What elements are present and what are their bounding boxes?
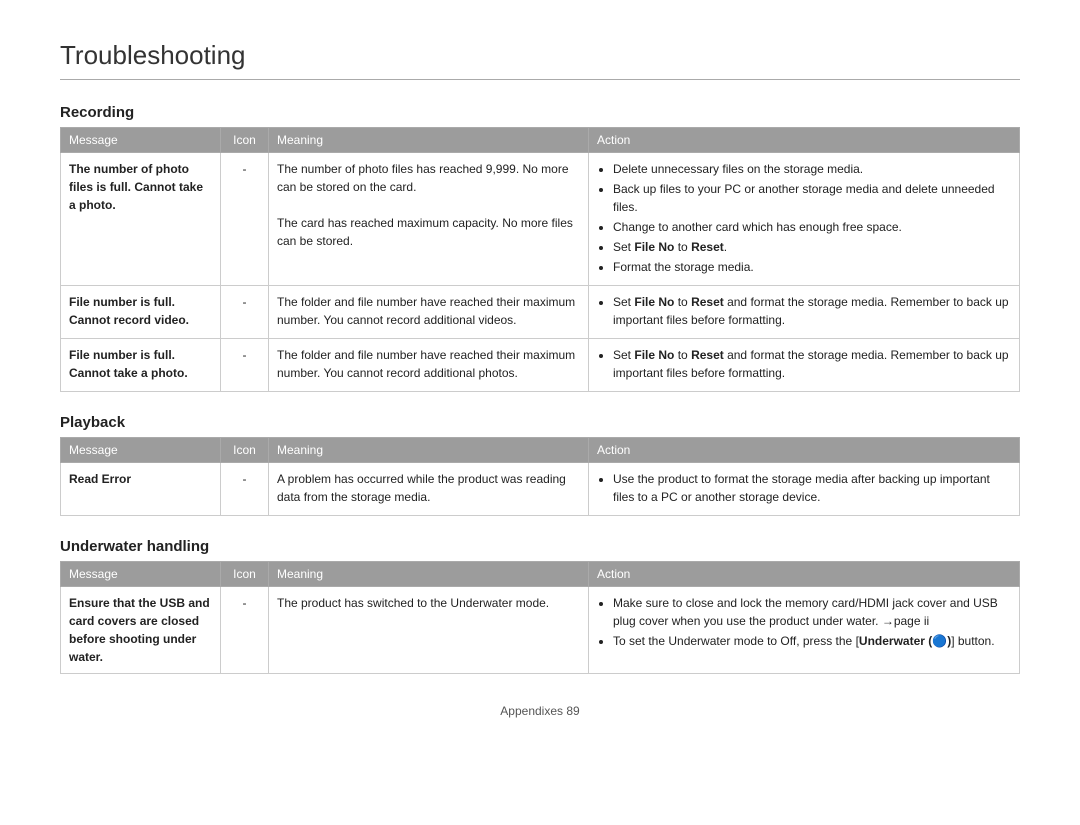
page-title: Troubleshooting — [60, 40, 1020, 80]
cell-meaning: The number of photo files has reached 9,… — [269, 153, 589, 286]
list-item: Use the product to format the storage me… — [613, 470, 1011, 506]
section-title-underwater: Underwater handling — [60, 538, 1020, 555]
col-header-message: Message — [61, 128, 221, 153]
cell-meaning: The folder and file number have reached … — [269, 286, 589, 339]
table-underwater: MessageIconMeaningAction Ensure that the … — [60, 561, 1020, 674]
col-header-meaning: Meaning — [269, 128, 589, 153]
list-item: Change to another card which has enough … — [613, 218, 1011, 236]
table-row: Ensure that the USB and card covers are … — [61, 587, 1020, 674]
col-header-action: Action — [589, 438, 1020, 463]
cell-icon: - — [221, 587, 269, 674]
list-item: Set File No to Reset and format the stor… — [613, 346, 1011, 382]
table-row: Read Error-A problem has occurred while … — [61, 463, 1020, 516]
list-item: Set File No to Reset and format the stor… — [613, 293, 1011, 329]
list-item: Format the storage media. — [613, 258, 1011, 276]
col-header-action: Action — [589, 562, 1020, 587]
col-header-meaning: Meaning — [269, 562, 589, 587]
section-title-playback: Playback — [60, 414, 1020, 431]
section-underwater: Underwater handling MessageIconMeaningAct… — [60, 538, 1020, 674]
table-row: File number is full. Cannot record video… — [61, 286, 1020, 339]
cell-message: The number of photo files is full. Canno… — [61, 153, 221, 286]
cell-action: Use the product to format the storage me… — [589, 463, 1020, 516]
col-header-icon: Icon — [221, 438, 269, 463]
list-item: Set File No to Reset. — [613, 238, 1011, 256]
table-playback: MessageIconMeaningActionRead Error-A pro… — [60, 437, 1020, 516]
list-item: Delete unnecessary files on the storage … — [613, 160, 1011, 178]
cell-action: Set File No to Reset and format the stor… — [589, 286, 1020, 339]
section-recording: RecordingMessageIconMeaningActionThe num… — [60, 104, 1020, 392]
list-item: To set the Underwater mode to Off, press… — [613, 632, 1011, 650]
cell-meaning: The product has switched to the Underwat… — [269, 587, 589, 674]
cell-message: File number is full. Cannot record video… — [61, 286, 221, 339]
cell-action: Delete unnecessary files on the storage … — [589, 153, 1020, 286]
cell-icon: - — [221, 463, 269, 516]
section-playback: PlaybackMessageIconMeaningActionRead Err… — [60, 414, 1020, 516]
table-recording: MessageIconMeaningActionThe number of ph… — [60, 127, 1020, 392]
cell-icon: - — [221, 286, 269, 339]
col-header-icon: Icon — [221, 562, 269, 587]
table-row: The number of photo files is full. Canno… — [61, 153, 1020, 286]
cell-meaning: The folder and file number have reached … — [269, 339, 589, 392]
page-footer: Appendixes 89 — [60, 704, 1020, 718]
cell-meaning: A problem has occurred while the product… — [269, 463, 589, 516]
cell-message: Ensure that the USB and card covers are … — [61, 587, 221, 674]
list-item: Back up files to your PC or another stor… — [613, 180, 1011, 216]
section-title-recording: Recording — [60, 104, 1020, 121]
cell-icon: - — [221, 339, 269, 392]
table-row: File number is full. Cannot take a photo… — [61, 339, 1020, 392]
cell-action: Set File No to Reset and format the stor… — [589, 339, 1020, 392]
col-header-message: Message — [61, 562, 221, 587]
cell-icon: - — [221, 153, 269, 286]
cell-action: Make sure to close and lock the memory c… — [589, 587, 1020, 674]
col-header-icon: Icon — [221, 128, 269, 153]
col-header-meaning: Meaning — [269, 438, 589, 463]
list-item: Make sure to close and lock the memory c… — [613, 594, 1011, 630]
col-header-action: Action — [589, 128, 1020, 153]
cell-message: File number is full. Cannot take a photo… — [61, 339, 221, 392]
col-header-message: Message — [61, 438, 221, 463]
cell-message: Read Error — [61, 463, 221, 516]
